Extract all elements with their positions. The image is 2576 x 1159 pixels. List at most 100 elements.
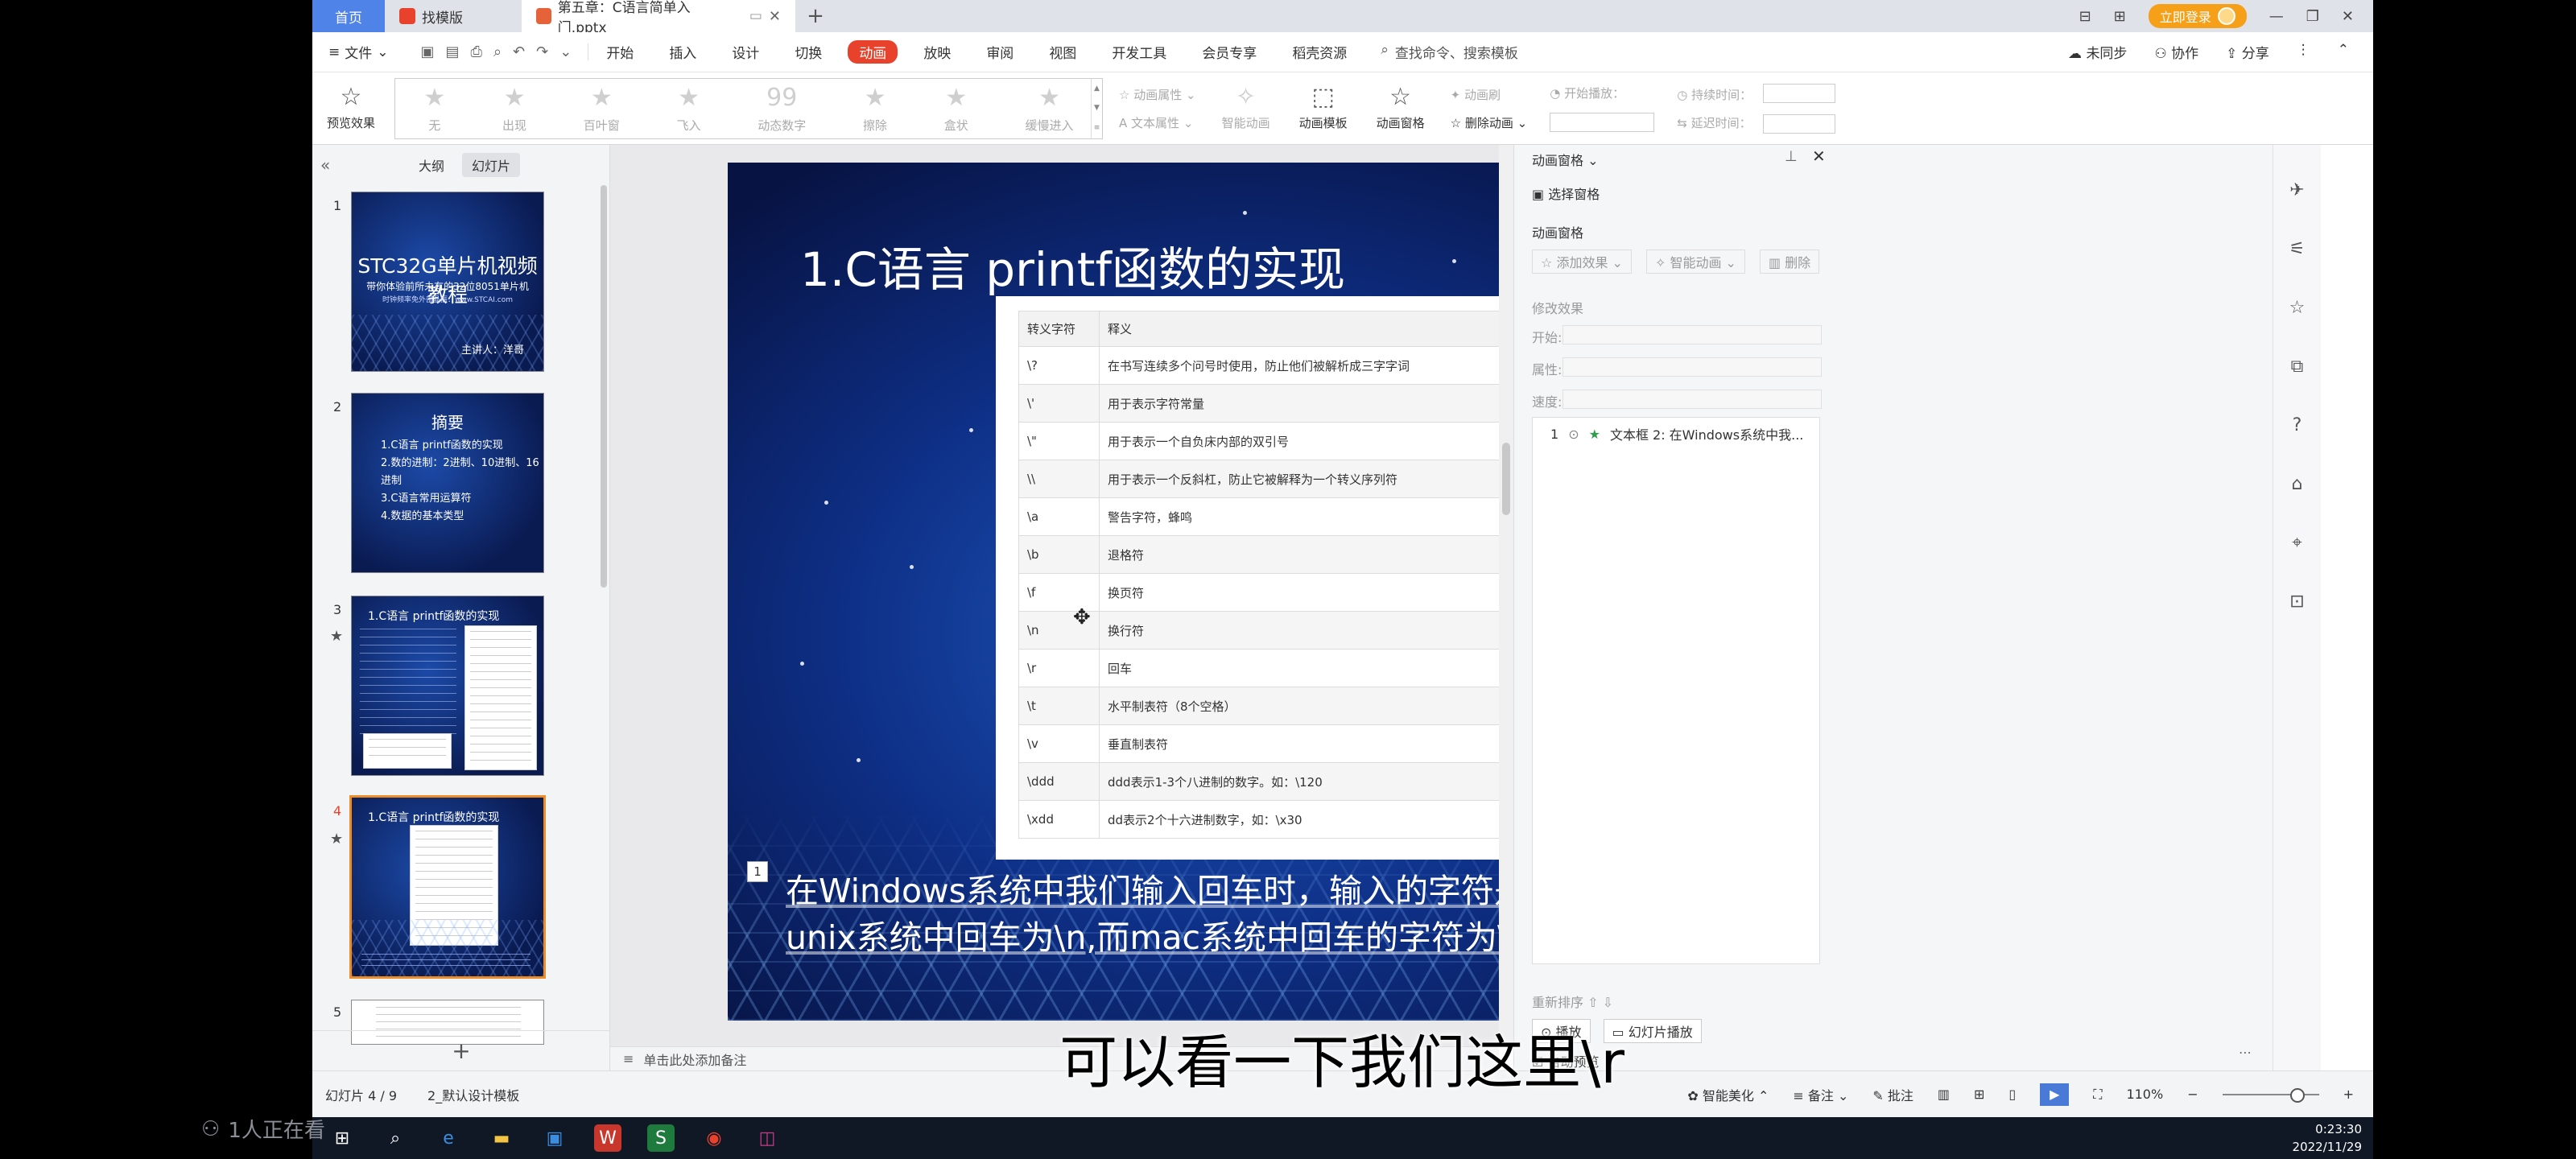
slide-side-icon[interactable]: ⧉ [2291,357,2304,377]
share-button[interactable]: ⇪ 分享 [2226,42,2269,62]
anim-fly-in[interactable]: ★ 飞入 [677,84,701,134]
anim-appear[interactable]: ★ 出现 [502,84,526,134]
animation-attributes[interactable]: ☆ 动画属性 ⌄ [1119,86,1196,103]
gallery-scroll[interactable]: ▲ ▼ ≡ [1091,78,1102,138]
anim-dynamic-number[interactable]: 99 动态数字 [758,84,806,134]
animation-brush[interactable]: ✦ 动画刷 [1451,86,1528,103]
select-pane-button[interactable]: ▣ 选择窗格 [1532,184,1600,203]
move-up-icon[interactable]: ⇧ [1587,995,1598,1010]
scroll-down-icon[interactable]: ▼ [1094,104,1100,112]
anim-blinds[interactable]: ★ 百叶窗 [584,84,620,134]
menu-slideshow[interactable]: 放映 [906,42,968,62]
notes-toggle[interactable]: ≡ 备注 ⌄ [1793,1085,1848,1104]
pane-title[interactable]: 动画窗格 ⌄ [1532,150,1599,169]
tab-home[interactable]: 首页 [312,0,385,32]
book-icon[interactable]: ⊡ [2289,592,2304,612]
slide-thumbnail-2[interactable]: 摘要 1.C语言 printf函数的实现 2.数的进制：2进制、10进制、16进… [351,393,544,573]
print-icon[interactable]: ⎙ [471,43,482,60]
restore-icon[interactable]: ❐ [2306,8,2319,25]
start-play-select[interactable] [1550,113,1655,132]
undo-icon[interactable]: ↶ [513,43,525,60]
sorter-view-icon[interactable]: ⊞ [1974,1087,1984,1102]
more-icon[interactable]: ⋮ [2297,42,2310,62]
duration-input[interactable] [1763,83,1836,103]
thumbnail-scrollbar[interactable] [601,185,607,588]
add-slide-button[interactable]: + [312,1030,610,1070]
expand-icon[interactable]: ≡ [1094,124,1100,132]
menu-animation[interactable]: 动画 [848,40,898,64]
menu-view[interactable]: 视图 [1031,42,1094,62]
animation-template-button[interactable]: ⬚ 动画模板 [1285,85,1362,131]
slide-thumbnail-4[interactable]: 1.C语言 printf函数的实现 [349,795,546,979]
search-icon[interactable]: ⌕ [382,1124,409,1152]
help-icon[interactable]: ? [2293,415,2302,435]
layout-icon[interactable]: ⊟ [2079,8,2091,25]
app-icon[interactable]: ◫ [753,1124,781,1152]
collapse-panel-icon[interactable]: « [320,155,330,175]
slide-title[interactable]: 1.C语言 printf函数的实现 [800,232,1345,299]
pin-icon[interactable]: ⊥ [1785,148,1798,165]
menu-home[interactable]: 开始 [588,42,651,62]
system-clock[interactable]: 0:23:30 2022/11/29 [2293,1120,2362,1156]
zoom-slider[interactable] [2222,1087,2319,1103]
anim-none[interactable]: ★ 无 [423,84,445,134]
spreadsheet-icon[interactable]: S [647,1124,675,1152]
object-icon[interactable]: ✈ [2289,180,2304,200]
menu-insert[interactable]: 插入 [651,42,714,62]
escape-table-box[interactable]: 转义字符 释义 \? 在书写连续多个问号时使用，防止他们被解析成三字字词 \' 用于表… [996,296,1582,860]
minimize-icon[interactable]: — [2269,8,2284,25]
animation-list-item[interactable]: 1 ⊙ ★ 文本框 2: 在Windows系统中我... [1550,424,1803,443]
anim-crawl-in[interactable]: ★ 缓慢进入 [1026,84,1074,134]
login-button[interactable]: 立即登录 [2148,4,2247,28]
file-explorer-icon[interactable]: ▬ [488,1124,515,1152]
move-down-icon[interactable]: ⇩ [1603,995,1613,1010]
tab-template[interactable]: 找模版 [385,0,522,32]
zoom-out-icon[interactable]: − [2187,1087,2198,1102]
reading-view-icon[interactable]: ▯ [2008,1087,2016,1102]
smart-animation-button[interactable]: ✧ 智能动画 [1208,85,1285,131]
animation-order-marker[interactable]: 1 [747,861,768,882]
collapse-ribbon-icon[interactable]: ⌃ [2338,42,2349,62]
save-icon[interactable]: ▣ [421,43,435,60]
preview-effect-button[interactable]: ☆ 预览效果 [312,85,390,131]
more-options-icon[interactable]: ⋯ [2239,1045,2252,1060]
comment-button[interactable]: ✎ 批注 [1872,1085,1913,1104]
animation-pane-button[interactable]: ☆ 动画窗格 [1362,85,1439,131]
command-search[interactable]: ⌕ 查找命令、搜索模板 [1381,42,1518,62]
tab-slides[interactable]: 幻灯片 [462,153,521,177]
template-name[interactable]: 2_默认设计模板 [427,1085,519,1104]
chrome-icon[interactable]: ◉ [700,1124,728,1152]
pin-icon[interactable]: ▭ [749,8,762,24]
close-pane-icon[interactable]: ✕ [1812,146,1826,166]
menu-design[interactable]: 设计 [714,42,777,62]
wps-taskbar-icon[interactable]: W [594,1124,621,1152]
menu-docer[interactable]: 稻壳资源 [1274,42,1364,62]
canvas-scrollbar[interactable] [1499,145,1513,1046]
redo-icon[interactable]: ↷ [536,43,548,60]
collaborate-button[interactable]: ⚇ 协作 [2154,42,2198,62]
menu-review[interactable]: 审阅 [968,42,1031,62]
adjust-icon[interactable]: ⚟ [2289,239,2306,259]
customize-icon[interactable]: ⌄ [559,43,572,60]
menu-transition[interactable]: 切换 [777,42,840,62]
delay-input[interactable] [1763,113,1836,134]
animation-star-side-icon[interactable]: ☆ [2289,298,2306,318]
close-tab-icon[interactable]: ✕ [769,8,781,25]
new-tab-button[interactable]: + [795,0,836,32]
menu-member[interactable]: 会员专享 [1184,42,1274,62]
add-effect-button[interactable]: ☆ 添加效果 ⌄ [1532,250,1632,274]
fit-window-icon[interactable]: ⛶ [2093,1087,2102,1103]
store-icon[interactable]: ▣ [541,1124,568,1152]
location-icon[interactable]: ⌖ [2292,533,2301,553]
menu-developer[interactable]: 开发工具 [1094,42,1184,62]
close-window-icon[interactable]: ✕ [2342,8,2354,25]
smart-beautify-button[interactable]: ✿ 智能美化 ⌃ [1687,1085,1769,1104]
edge-browser-icon[interactable]: e [435,1124,462,1152]
scrollbar-thumb[interactable] [1502,443,1510,515]
export-pdf-icon[interactable]: ▤ [446,43,460,60]
tab-outline[interactable]: 大纲 [409,153,454,177]
slide-thumbnail-1[interactable]: STC32G单片机视频教程 带你体验前所未有的32位8051单片机 时钟频率免外… [351,192,544,372]
start-select[interactable] [1563,325,1822,344]
zoom-level[interactable]: 110% [2126,1087,2163,1102]
sync-status[interactable]: ☁ 未同步 [2068,42,2127,62]
